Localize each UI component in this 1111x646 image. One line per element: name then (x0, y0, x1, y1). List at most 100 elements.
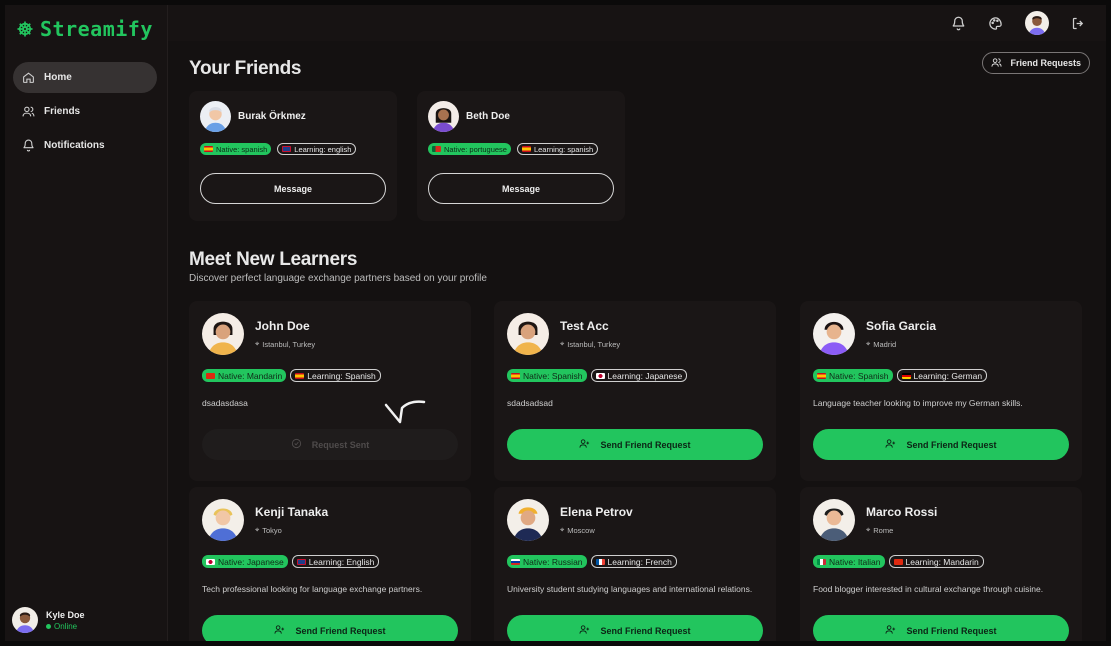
avatar (813, 499, 855, 541)
native-language-badge: Native: Spanish (507, 369, 587, 382)
avatar (200, 101, 231, 132)
main-content: Your Friends Friend Requests Burak Örkme… (168, 41, 1106, 641)
learning-language-badge: Learning: English (291, 555, 380, 568)
learner-location: ⌖ Istanbul, Turkey (560, 339, 621, 349)
learner-card: Sofia Garcia ⌖ Madrid Native: Spanish Lea… (800, 301, 1082, 481)
friend-requests-button[interactable]: Friend Requests (982, 52, 1090, 74)
brand[interactable]: Streamify (16, 17, 153, 41)
topbar (168, 5, 1106, 41)
flag-ru-icon (511, 558, 520, 565)
flag-es-icon (817, 372, 826, 379)
brand-name: Streamify (40, 17, 153, 41)
send-friend-request-button[interactable]: Send Friend Request (507, 429, 763, 460)
learner-name: Kenji Tanaka (255, 505, 329, 519)
sidebar-item-label: Home (44, 72, 72, 83)
native-language-badge: Native: Italian (813, 555, 885, 568)
flag-es-icon (511, 372, 520, 379)
sidebar: Streamify Home Friends Notifications Kyl… (5, 5, 168, 641)
learner-location: ⌖ Madrid (866, 339, 897, 349)
bell-icon[interactable] (951, 16, 966, 31)
learner-card: John Doe ⌖ Istanbul, Turkey Native: Manda… (189, 301, 471, 481)
send-friend-request-button[interactable]: Send Friend Request (507, 615, 763, 641)
flag-gb-icon (282, 146, 292, 152)
section-subtitle: Discover perfect language exchange partn… (189, 273, 487, 284)
sidebar-item-notifications[interactable]: Notifications (13, 130, 157, 161)
flag-es-icon (295, 372, 305, 379)
avatar (507, 499, 549, 541)
flag-es-icon (204, 146, 213, 152)
sidebar-nav: Home Friends Notifications (13, 62, 157, 164)
sidebar-item-friends[interactable]: Friends (13, 96, 157, 127)
topbar-actions (951, 11, 1086, 35)
flag-jp-icon (206, 558, 215, 565)
online-dot (46, 623, 51, 629)
ship-wheel-icon (16, 20, 34, 38)
native-language-badge: Native: Mandarin (202, 369, 287, 382)
logout-icon[interactable] (1071, 16, 1086, 31)
check-circle-icon (291, 438, 302, 451)
user-status: Online (46, 622, 85, 631)
avatar (507, 313, 549, 355)
palette-icon[interactable] (988, 16, 1003, 31)
learner-bio: Tech professional looking for language e… (202, 584, 423, 594)
users-icon (991, 57, 1003, 70)
user-plus-icon (579, 438, 590, 451)
learner-location: ⌖ Tokyo (255, 525, 282, 535)
friend-name: Burak Örkmez (238, 111, 306, 122)
flag-pt-icon (432, 146, 441, 152)
sidebar-item-label: Notifications (44, 140, 105, 151)
native-language-badge: Native: Spanish (813, 369, 893, 382)
learner-bio: University student studying languages an… (507, 584, 753, 594)
message-button[interactable]: Message (200, 173, 386, 204)
learner-name: Test Acc (560, 319, 609, 333)
message-button[interactable]: Message (428, 173, 614, 204)
avatar[interactable] (1025, 11, 1049, 35)
map-pin-icon: ⌖ (560, 525, 565, 534)
flag-fr-icon (595, 558, 605, 565)
bell-icon (22, 139, 35, 152)
learner-bio: Language teacher looking to improve my G… (813, 398, 1023, 408)
learning-language-badge: Learning: spanish (516, 143, 599, 155)
learner-name: Marco Rossi (866, 505, 938, 519)
learning-language-badge: Learning: French (590, 555, 677, 568)
learner-card: Test Acc ⌖ Istanbul, Turkey Native: Spani… (494, 301, 776, 481)
flag-de-icon (901, 372, 911, 379)
learner-card: Marco Rossi ⌖ Rome Native: Italian Learni… (800, 487, 1082, 641)
map-pin-icon: ⌖ (866, 339, 871, 348)
learner-card: Elena Petrov ⌖ Moscow Native: Russian Lea… (494, 487, 776, 641)
section-title-friends: Your Friends (189, 58, 302, 79)
section-title-learners: Meet New Learners (189, 249, 358, 270)
avatar (202, 313, 244, 355)
native-language-badge: Native: Russian (507, 555, 587, 568)
map-pin-icon: ⌖ (255, 339, 260, 348)
learner-name: Sofia Garcia (866, 319, 937, 333)
request-sent-button[interactable]: Request Sent (202, 429, 458, 460)
friend-requests-label: Friend Requests (1010, 58, 1081, 68)
user-plus-icon (274, 624, 285, 637)
learner-name: Elena Petrov (560, 505, 633, 519)
learner-location: ⌖ Istanbul, Turkey (255, 339, 316, 349)
learner-name: John Doe (255, 319, 310, 333)
send-friend-request-button[interactable]: Send Friend Request (813, 429, 1069, 460)
map-pin-icon: ⌖ (560, 339, 565, 348)
learner-card: Kenji Tanaka ⌖ Tokyo Native: Japanese Lea… (189, 487, 471, 641)
map-pin-icon: ⌖ (866, 525, 871, 534)
avatar (202, 499, 244, 541)
sidebar-item-home[interactable]: Home (13, 62, 157, 93)
flag-es-icon (521, 146, 531, 152)
learner-bio: sdadsadsad (507, 398, 553, 408)
learner-bio: Food blogger interested in cultural exch… (813, 584, 1044, 594)
user-name: Kyle Doe (46, 609, 85, 620)
friend-name: Beth Doe (466, 111, 510, 122)
send-friend-request-button[interactable]: Send Friend Request (813, 615, 1069, 641)
current-user[interactable]: Kyle Doe Online (12, 607, 85, 633)
friend-card: Beth Doe Native: portuguese Learning: sp… (417, 91, 625, 221)
learning-language-badge: Learning: Spanish (290, 369, 381, 382)
app-window: Streamify Home Friends Notifications Kyl… (5, 5, 1106, 641)
native-language-badge: Native: spanish (200, 143, 272, 155)
send-friend-request-button[interactable]: Send Friend Request (202, 615, 458, 641)
learning-language-badge: Learning: Japanese (590, 369, 688, 382)
learning-language-badge: Learning: German (896, 369, 988, 382)
sidebar-item-label: Friends (44, 106, 81, 117)
learning-language-badge: Learning: english (277, 143, 357, 155)
